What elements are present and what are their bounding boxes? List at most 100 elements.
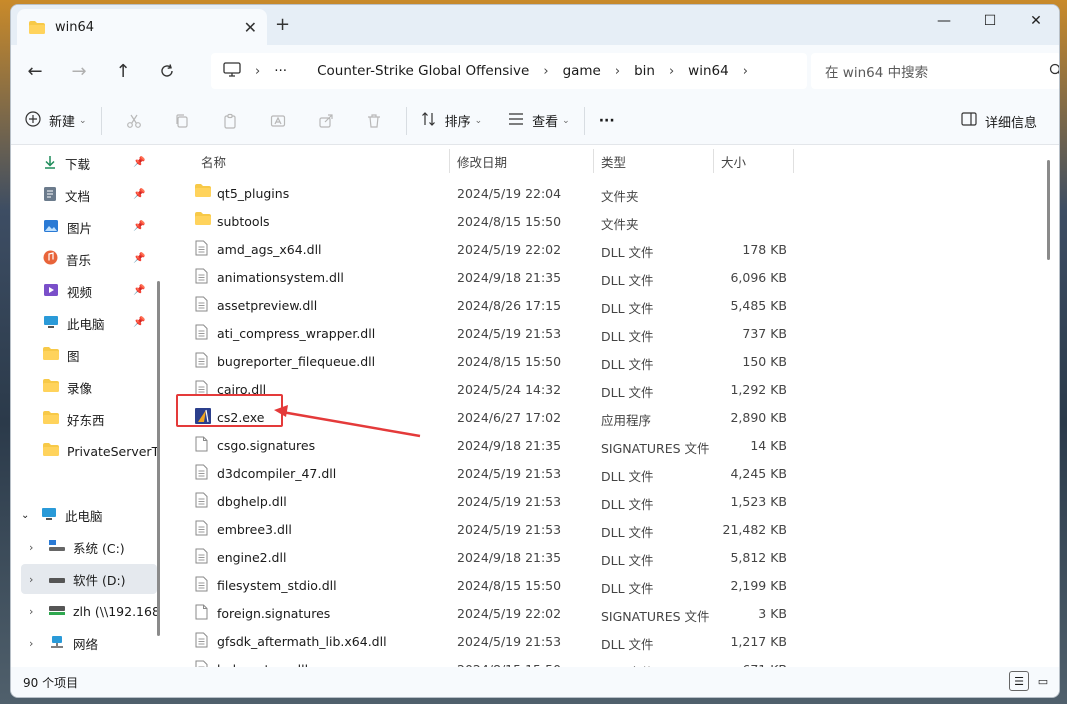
- file-size: 6,096 KB: [730, 270, 787, 285]
- tiles-view-icon[interactable]: ▭: [1033, 671, 1053, 691]
- table-row[interactable]: cairo.dll 2024/5/24 14:32 DLL 文件 1,292 KB: [171, 375, 1051, 403]
- pin-icon: 📌: [133, 317, 146, 328]
- nav-item-music[interactable]: 音乐: [43, 244, 91, 274]
- nav-item-folder-privateserver[interactable]: PrivateServerT: [43, 436, 159, 466]
- dll-file-icon: [195, 520, 208, 539]
- table-row[interactable]: d3dcompiler_47.dll 2024/5/19 21:53 DLL 文件 4…: [171, 459, 1051, 487]
- breadcrumb-game[interactable]: game: [563, 63, 601, 79]
- table-row[interactable]: foreign.signatures 2024/5/19 22:02 SIGNATU…: [171, 599, 1051, 627]
- file-size: 21,482 KB: [722, 522, 787, 537]
- sort-button[interactable]: 排序 ⌄: [421, 105, 483, 137]
- file-date: 2024/9/18 21:35: [457, 438, 562, 453]
- table-row[interactable]: amd_ags_x64.dll 2024/5/19 22:02 DLL 文件 178 …: [171, 235, 1051, 263]
- nav-item-documents[interactable]: 文档: [43, 180, 90, 210]
- details-view-icon[interactable]: ☰: [1009, 671, 1029, 691]
- file-type: DLL 文件: [601, 385, 654, 400]
- table-row[interactable]: engine2.dll 2024/9/18 21:35 DLL 文件 5,812 KB: [171, 543, 1051, 571]
- delete-icon[interactable]: [350, 113, 398, 129]
- column-divider[interactable]: [593, 149, 594, 173]
- file-date: 2024/5/19 21:53: [457, 494, 562, 509]
- document-icon: [43, 186, 57, 205]
- nav-item-folder-haodongxi[interactable]: 好东西: [43, 404, 105, 434]
- column-header-date[interactable]: 修改日期: [457, 146, 507, 176]
- nav-item-pictures[interactable]: 图片: [43, 212, 92, 242]
- dll-file-icon: [195, 576, 208, 595]
- table-row[interactable]: filesystem_stdio.dll 2024/8/15 15:50 DLL 文…: [171, 571, 1051, 599]
- refresh-button[interactable]: [145, 53, 189, 89]
- copy-icon[interactable]: [158, 113, 206, 129]
- file-type: DLL 文件: [601, 301, 654, 316]
- table-row[interactable]: assetpreview.dll 2024/8/26 17:15 DLL 文件 5,4…: [171, 291, 1051, 319]
- more-options-button[interactable]: ···: [599, 105, 615, 137]
- file-size: 1,217 KB: [730, 634, 787, 649]
- table-row[interactable]: subtools 2024/8/15 15:50 文件夹: [171, 207, 1051, 235]
- breadcrumb-bin[interactable]: bin: [634, 63, 655, 79]
- dll-file-icon: [195, 632, 208, 651]
- file-type: DLL 文件: [601, 245, 654, 260]
- maximize-button[interactable]: ☐: [967, 5, 1013, 37]
- annotation-arrow: [274, 405, 421, 438]
- nav-item-folder-tu[interactable]: 图: [43, 340, 80, 370]
- file-type: DLL 文件: [601, 525, 654, 540]
- share-icon[interactable]: [302, 113, 350, 129]
- computer-icon: [223, 61, 241, 81]
- minimize-button[interactable]: —: [921, 5, 967, 37]
- nav-item-downloads[interactable]: 下载: [43, 148, 90, 178]
- table-row[interactable]: qt5_plugins 2024/5/19 22:04 文件夹: [171, 179, 1051, 207]
- file-icon: [195, 436, 208, 455]
- file-type: DLL 文件: [601, 273, 654, 288]
- sort-label: 排序: [444, 115, 471, 130]
- view-button[interactable]: 查看 ⌄: [508, 105, 570, 137]
- dll-file-icon: [195, 296, 208, 315]
- forward-button[interactable]: →: [57, 53, 101, 89]
- nav-item-folder-luxiang[interactable]: 录像: [43, 372, 92, 402]
- tab-win64[interactable]: win64 ✕: [17, 9, 267, 45]
- back-button[interactable]: ←: [13, 53, 57, 89]
- up-button[interactable]: ↑: [101, 53, 145, 89]
- table-row[interactable]: gfsdk_aftermath_lib.x64.dll 2024/5/19 21:…: [171, 627, 1051, 655]
- table-row[interactable]: animationsystem.dll 2024/9/18 21:35 DLL 文件…: [171, 263, 1051, 291]
- navigation-scrollbar[interactable]: [157, 281, 160, 636]
- table-row[interactable]: bugreporter_filequeue.dll 2024/8/15 15:50…: [171, 347, 1051, 375]
- cut-icon[interactable]: [110, 113, 158, 129]
- nav-item-network-drive[interactable]: › zlh (\\192.168: [29, 596, 160, 626]
- paste-icon[interactable]: [206, 113, 254, 129]
- new-tab-button[interactable]: +: [275, 14, 290, 35]
- nav-item-this-pc-pinned[interactable]: 此电脑: [43, 308, 105, 338]
- table-row[interactable]: dbghelp.dll 2024/5/19 21:53 DLL 文件 1,523 KB: [171, 487, 1051, 515]
- search-input[interactable]: 在 win64 中搜索: [811, 53, 1059, 89]
- column-header-type[interactable]: 类型: [601, 146, 626, 176]
- breadcrumb-overflow[interactable]: ···: [274, 63, 287, 79]
- close-window-button[interactable]: ✕: [1013, 5, 1059, 37]
- file-size: 5,485 KB: [730, 298, 787, 313]
- rename-icon[interactable]: [254, 113, 302, 129]
- close-tab-icon[interactable]: ✕: [244, 18, 257, 37]
- address-bar[interactable]: › ··· Counter-Strike Global Offensive › …: [211, 53, 807, 89]
- file-type: DLL 文件: [601, 637, 654, 652]
- column-header-name[interactable]: 名称: [201, 146, 226, 176]
- table-row[interactable]: ati_compress_wrapper.dll 2024/5/19 21:53 D…: [171, 319, 1051, 347]
- table-row[interactable]: embree3.dll 2024/5/19 21:53 DLL 文件 21,482 K…: [171, 515, 1051, 543]
- nav-item-network[interactable]: › 网络: [29, 628, 98, 658]
- column-header-size[interactable]: 大小: [721, 146, 746, 176]
- column-divider[interactable]: [449, 149, 450, 173]
- plus-circle-icon: [25, 110, 41, 131]
- file-name: ati_compress_wrapper.dll: [217, 326, 376, 341]
- folder-icon: [43, 379, 59, 395]
- tab-title: win64: [55, 19, 95, 35]
- file-date: 2024/5/19 21:53: [457, 634, 562, 649]
- breadcrumb-csgo[interactable]: Counter-Strike Global Offensive: [317, 63, 529, 79]
- pin-icon: 📌: [133, 221, 146, 232]
- chevron-down-icon: ⌄: [474, 115, 483, 126]
- column-divider[interactable]: [793, 149, 794, 173]
- nav-item-videos[interactable]: 视频: [43, 276, 92, 306]
- details-pane-button[interactable]: 详细信息: [961, 105, 1037, 137]
- file-name: amd_ags_x64.dll: [217, 242, 322, 257]
- column-divider[interactable]: [713, 149, 714, 173]
- nav-item-drive-c[interactable]: › 系统 (C:): [29, 532, 125, 562]
- nav-item-drive-d[interactable]: › 软件 (D:): [21, 564, 157, 594]
- file-list-scrollbar[interactable]: [1047, 160, 1050, 260]
- nav-item-this-pc[interactable]: ⌄ 此电脑: [21, 500, 103, 530]
- breadcrumb-win64[interactable]: win64: [688, 63, 729, 79]
- new-button[interactable]: 新建 ⌄: [25, 105, 87, 137]
